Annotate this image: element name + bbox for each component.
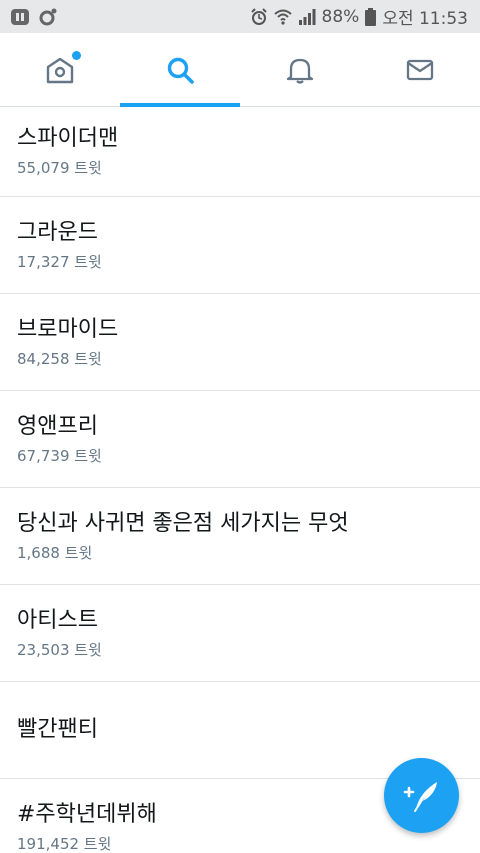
trend-count: 55,079 트윗 [17,159,102,177]
battery-icon [365,7,377,26]
trend-item[interactable]: 그라운드 17,327 트윗 [0,197,480,294]
trend-count: 17,327 트윗 [17,252,102,271]
trend-count: 84,258 트윗 [17,349,102,368]
status-bar: 88% 오전 11:53 [0,0,480,33]
alarm-icon [250,7,268,26]
trend-title: 영앤프리 [17,413,98,439]
trend-title: 아티스트 [17,607,98,633]
trend-title: 당신과 사귀면 좋은점 세가지는 무엇 [17,510,349,536]
trend-count: 1,688 트윗 [17,543,93,562]
app-notification-icon [10,7,30,27]
search-icon [165,55,195,85]
trend-title: 스파이더맨 [17,126,119,151]
trend-item[interactable]: 영앤프리 67,739 트윗 [0,391,480,488]
tab-search[interactable] [120,33,240,107]
status-right: 88% 오전 11:53 [250,4,468,29]
bell-icon [285,55,315,85]
trend-title: 그라운드 [17,219,98,245]
compose-tweet-button[interactable] [384,758,459,833]
trends-list: 스파이더맨 55,079 트윗 그라운드 17,327 트윗 브로마이드 84,… [0,107,480,853]
home-icon [45,50,81,85]
battery-percent: 88% [321,6,360,27]
circle-notification-icon [38,7,58,27]
tab-notifications[interactable] [240,33,360,106]
tab-bar [0,33,480,107]
compose-tweet-icon [402,776,442,816]
trend-item[interactable]: 당신과 사귀면 좋은점 세가지는 무엇 1,688 트윗 [0,488,480,585]
trend-item[interactable]: 아티스트 23,503 트윗 [0,585,480,682]
signal-icon [298,8,316,26]
trend-count: 67,739 트윗 [17,446,102,465]
status-left [10,7,58,27]
trend-item[interactable]: 브로마이드 84,258 트윗 [0,294,480,391]
trend-count: 23,503 트윗 [17,640,102,659]
trend-title: 빨간팬티 [17,717,98,742]
tab-messages[interactable] [360,33,480,106]
clock: 오전 11:53 [382,9,468,29]
trend-title: 브로마이드 [17,316,119,342]
mail-icon [405,55,435,85]
trend-count: 191,452 트윗 [17,835,112,853]
tab-home[interactable] [0,33,120,106]
trend-item[interactable]: 스파이더맨 55,079 트윗 [0,107,480,197]
notification-badge [72,50,81,60]
wifi-icon [273,8,292,26]
